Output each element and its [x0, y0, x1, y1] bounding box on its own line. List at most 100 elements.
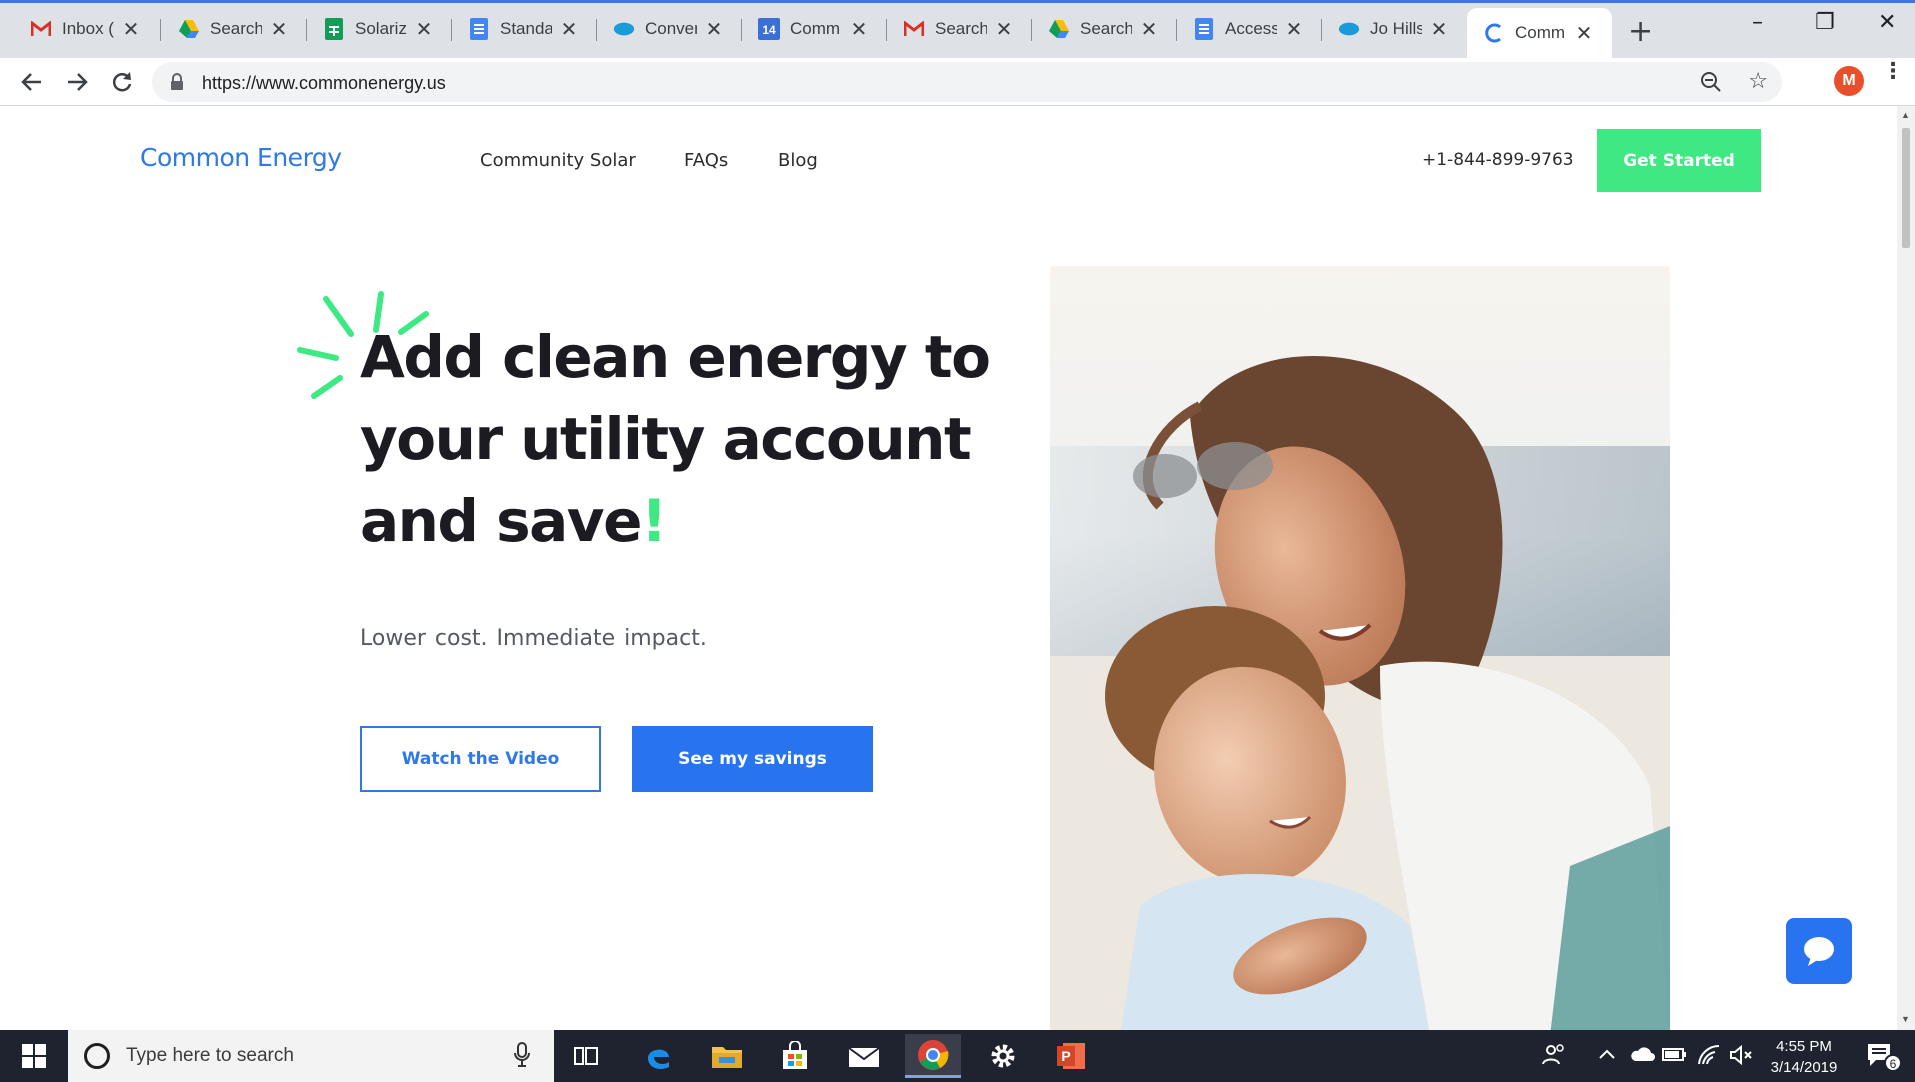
close-tab-icon[interactable]: ✕: [270, 17, 288, 41]
gmail-icon: [903, 18, 925, 40]
lock-icon[interactable]: [170, 73, 184, 96]
phone-number[interactable]: +1-844-899-9763: [1422, 150, 1574, 170]
close-tab-icon[interactable]: ✕: [415, 17, 433, 41]
scroll-down-icon[interactable]: ▼: [1901, 1014, 1910, 1024]
system-clock[interactable]: 4:55 PM 3/14/2019: [1762, 1036, 1846, 1078]
see-savings-button[interactable]: See my savings: [632, 726, 873, 792]
page-scrollbar[interactable]: ▲ ▼: [1897, 106, 1915, 1030]
windows-taskbar: Type here to search P 4:55 PM 3/14/2019 …: [0, 1030, 1915, 1082]
address-bar[interactable]: https://www.commonenergy.us ☆: [152, 62, 1782, 102]
close-tab-icon[interactable]: ✕: [1575, 21, 1593, 45]
chat-bubble-icon: [1804, 937, 1834, 966]
close-tab-icon[interactable]: ✕: [705, 17, 723, 41]
taskbar-search-box[interactable]: Type here to search: [68, 1030, 554, 1082]
tab-solarize[interactable]: Solariz ✕: [307, 8, 452, 50]
forward-arrow-icon[interactable]: [61, 66, 93, 98]
tab-title: Solariz: [355, 19, 407, 38]
hero-headline-text: Add clean energy to your utility account…: [360, 323, 991, 555]
tab-title: Search: [935, 19, 987, 38]
file-explorer-icon[interactable]: [699, 1034, 755, 1078]
mail-icon[interactable]: [836, 1034, 892, 1078]
tab-title: Standa: [500, 19, 552, 38]
google-docs-icon: [468, 18, 490, 40]
restore-icon[interactable]: ❐: [1815, 10, 1835, 35]
watch-video-button[interactable]: Watch the Video: [360, 726, 601, 792]
powerpoint-icon[interactable]: P: [1043, 1034, 1099, 1078]
hero-photo: [1050, 266, 1670, 1030]
close-tab-icon[interactable]: ✕: [850, 17, 868, 41]
tray-chevron-up-icon[interactable]: [1598, 1044, 1616, 1069]
tab-inbox[interactable]: Inbox ( ✕: [14, 8, 161, 50]
tab-search-drive-2[interactable]: Search ✕: [1032, 8, 1177, 50]
clock-time: 4:55 PM: [1776, 1038, 1832, 1055]
cortana-icon: [84, 1043, 110, 1069]
task-view-icon[interactable]: [558, 1034, 614, 1078]
calendar-icon: 14: [758, 18, 780, 40]
close-tab-icon[interactable]: ✕: [1430, 17, 1448, 41]
start-button[interactable]: [0, 1030, 68, 1082]
gmail-icon: [30, 18, 52, 40]
tab-standard-doc[interactable]: Standa ✕: [452, 8, 597, 50]
profile-avatar[interactable]: M: [1834, 66, 1864, 96]
chrome-icon[interactable]: [905, 1034, 961, 1078]
tab-search-drive[interactable]: Search ✕: [162, 8, 307, 50]
hero-subtitle: Lower cost. Immediate impact.: [360, 626, 707, 651]
salesforce-icon: [613, 18, 635, 40]
site-logo[interactable]: Common Energy: [140, 143, 342, 172]
google-docs-icon: [1193, 18, 1215, 40]
notification-count: 6: [1890, 1057, 1897, 1071]
chat-launcher-button[interactable]: [1786, 918, 1852, 984]
tab-access-doc[interactable]: Access ✕: [1177, 8, 1322, 50]
action-center-icon[interactable]: 6: [1866, 1042, 1906, 1077]
windows-logo-icon: [22, 1044, 46, 1068]
scroll-up-icon[interactable]: ▲: [1901, 110, 1910, 120]
salesforce-icon: [1338, 18, 1360, 40]
nav-community-solar[interactable]: Community Solar: [480, 150, 636, 171]
window-accent-line: [0, 0, 1915, 3]
volume-muted-icon[interactable]: [1729, 1044, 1755, 1071]
tab-title: Search: [210, 19, 262, 38]
back-arrow-icon[interactable]: [16, 66, 48, 98]
close-tab-icon[interactable]: ✕: [1285, 17, 1303, 41]
taskbar-search-placeholder[interactable]: Type here to search: [126, 1045, 294, 1067]
onedrive-cloud-icon[interactable]: [1629, 1044, 1655, 1069]
bookmark-star-icon[interactable]: ☆: [1748, 69, 1768, 94]
close-tab-icon[interactable]: ✕: [122, 17, 140, 41]
hero-headline-exclamation: !: [640, 487, 667, 555]
browser-menu-icon[interactable]: ⋮: [1882, 60, 1904, 82]
tab-title: Search: [1080, 19, 1132, 38]
tab-common-energy[interactable]: Comm ✕: [1467, 8, 1612, 58]
close-tab-icon[interactable]: ✕: [995, 17, 1013, 41]
microsoft-store-icon[interactable]: [767, 1034, 823, 1078]
close-tab-icon[interactable]: ✕: [560, 17, 578, 41]
close-window-icon[interactable]: ✕: [1878, 10, 1896, 35]
wifi-icon[interactable]: [1697, 1044, 1721, 1071]
new-tab-button[interactable]: +: [1628, 14, 1653, 49]
url-text[interactable]: https://www.commonenergy.us: [202, 73, 446, 94]
tab-title: Comm: [1515, 23, 1566, 42]
clock-date: 3/14/2019: [1770, 1059, 1838, 1076]
minimize-icon[interactable]: –: [1752, 10, 1763, 35]
microphone-icon[interactable]: [514, 1042, 530, 1073]
get-started-button[interactable]: Get Started: [1597, 129, 1761, 192]
close-tab-icon[interactable]: ✕: [1140, 17, 1158, 41]
google-drive-icon: [1048, 18, 1070, 40]
settings-gear-icon[interactable]: [975, 1034, 1031, 1078]
tab-search-mail[interactable]: Search ✕: [887, 8, 1032, 50]
scrollbar-thumb[interactable]: [1902, 128, 1910, 248]
tab-jo-hills[interactable]: Jo Hills ✕: [1322, 8, 1467, 50]
tab-title: Access: [1225, 19, 1277, 38]
zoom-icon[interactable]: [1700, 71, 1722, 98]
reload-icon[interactable]: [106, 66, 138, 98]
battery-icon[interactable]: [1661, 1044, 1687, 1069]
tab-title: Jo Hills: [1370, 19, 1422, 38]
nav-faqs[interactable]: FAQs: [684, 150, 728, 171]
nav-blog[interactable]: Blog: [778, 150, 818, 171]
edge-browser-icon[interactable]: [630, 1034, 686, 1078]
calendar-badge: 14: [762, 23, 776, 37]
people-icon[interactable]: [1542, 1044, 1566, 1071]
browser-toolbar: https://www.commonenergy.us ☆ M ⋮: [0, 58, 1915, 106]
common-energy-icon: [1483, 22, 1505, 44]
tab-calendar[interactable]: 14 Comm ✕: [742, 8, 887, 50]
tab-conversations[interactable]: Conver ✕: [597, 8, 742, 50]
